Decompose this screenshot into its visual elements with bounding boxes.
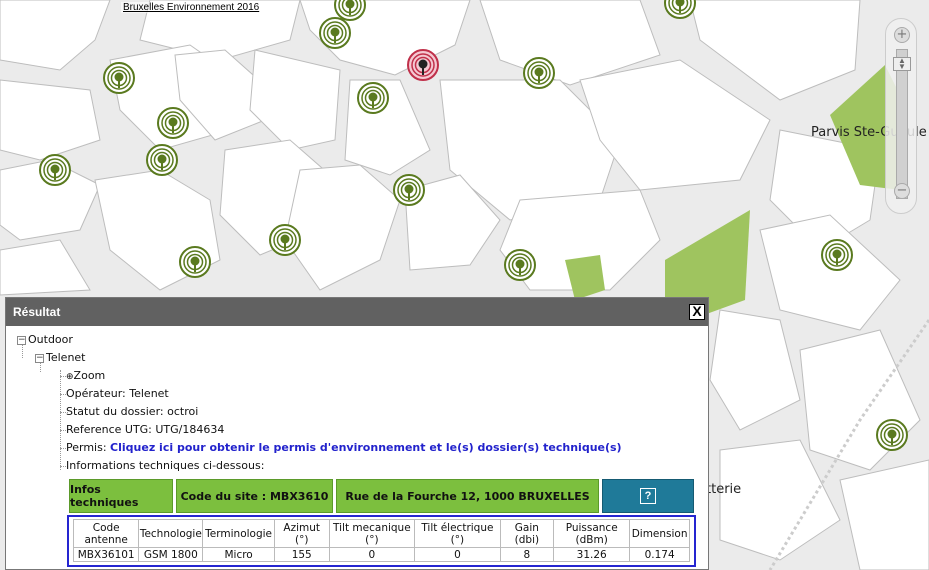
antenna-marker[interactable] xyxy=(269,224,301,256)
table-header: Azimut (°) xyxy=(273,519,330,548)
collapse-icon[interactable]: − xyxy=(35,353,44,363)
address-cell: Rue de la Fourche 12, 1000 BRUXELLES xyxy=(336,479,599,513)
antenna-marker[interactable] xyxy=(393,174,425,206)
table-row: MBX36101 GSM 1800 Micro 155 0 0 8 31.26 0.174 xyxy=(72,547,690,562)
infos-techniques-tab[interactable]: Infos techniques xyxy=(69,479,173,513)
info-bar: Infos techniques Code du site : MBX3610 … xyxy=(69,479,694,513)
help-icon[interactable]: ? xyxy=(640,488,656,504)
table-header: Code antenne xyxy=(72,519,140,548)
antenna-marker[interactable] xyxy=(179,246,211,278)
help-button[interactable]: ? xyxy=(602,479,694,513)
zoom-in-button[interactable]: + xyxy=(894,27,910,43)
place-label-partial: tterie xyxy=(706,482,742,497)
zoom-control[interactable]: + ▲ ▼ − xyxy=(885,18,917,214)
operator-info: Opérateur: Telenet xyxy=(66,387,169,400)
antenna-marker[interactable] xyxy=(504,249,536,281)
antenna-marker[interactable] xyxy=(334,0,366,21)
close-button[interactable]: X xyxy=(689,304,705,320)
tech-info-label: Informations techniques ci-dessous: xyxy=(66,459,265,472)
tech-table: Code antenne Technologie Terminologie Azimut… xyxy=(72,519,690,562)
antenna-marker[interactable] xyxy=(357,82,389,114)
collapse-icon[interactable]: − xyxy=(17,335,26,345)
antenna-marker[interactable] xyxy=(39,154,71,186)
zoom-slider-thumb[interactable]: ▲ ▼ xyxy=(893,57,911,71)
tech-table-container: Code antenne Technologie Terminologie Azimut… xyxy=(67,515,696,567)
panel-title: Résultat xyxy=(13,305,61,319)
table-cell: MBX36101 xyxy=(72,547,140,562)
status-info: Statut du dossier: octroi xyxy=(66,405,199,418)
result-panel: Résultat X − Outdoor − Telenet ⊕Zoom Opéra… xyxy=(5,297,709,570)
zoom-slider-track[interactable] xyxy=(896,49,908,199)
table-header: Dimension xyxy=(629,519,690,548)
antenna-marker[interactable] xyxy=(103,62,135,94)
zoom-link[interactable]: ⊕Zoom xyxy=(66,369,105,382)
table-cell: 31.26 xyxy=(553,547,631,562)
tree-node-outdoor[interactable]: − Outdoor xyxy=(17,333,73,346)
panel-header: Résultat X xyxy=(6,298,708,326)
table-cell: 0.174 xyxy=(629,547,690,562)
antenna-marker-selected[interactable] xyxy=(407,49,439,81)
table-cell: 8 xyxy=(499,547,555,562)
zoom-out-button[interactable]: − xyxy=(894,183,910,199)
table-header: Technologie xyxy=(138,519,204,548)
reference-info: Reference UTG: UTG/184634 xyxy=(66,423,225,436)
permis-link[interactable]: Cliquez ici pour obtenir le permis d'env… xyxy=(110,441,622,454)
table-cell: Micro xyxy=(202,547,275,562)
table-cell: 0 xyxy=(414,547,501,562)
table-header: Tilt électrique (°) xyxy=(414,519,501,548)
antenna-marker[interactable] xyxy=(146,144,178,176)
map-credit[interactable]: Bruxelles Environnement 2016 xyxy=(121,2,262,13)
antenna-marker[interactable] xyxy=(821,239,853,271)
magnifier-icon: ⊕ xyxy=(66,372,74,382)
antenna-marker[interactable] xyxy=(523,57,555,89)
site-code-cell: Code du site : MBX3610 xyxy=(176,479,333,513)
table-header: Gain (dbi) xyxy=(499,519,555,548)
table-cell: GSM 1800 xyxy=(138,547,204,562)
table-cell: 155 xyxy=(273,547,330,562)
table-header: Puissance (dBm) xyxy=(553,519,631,548)
antenna-marker[interactable] xyxy=(876,419,908,451)
antenna-marker[interactable] xyxy=(319,17,351,49)
table-cell: 0 xyxy=(328,547,416,562)
tree-node-telenet[interactable]: − Telenet xyxy=(35,351,86,364)
permis-row: Permis: Cliquez ici pour obtenir le perm… xyxy=(66,441,622,454)
table-header: Tilt mecanique (°) xyxy=(328,519,416,548)
table-header: Terminologie xyxy=(202,519,275,548)
antenna-marker[interactable] xyxy=(157,107,189,139)
